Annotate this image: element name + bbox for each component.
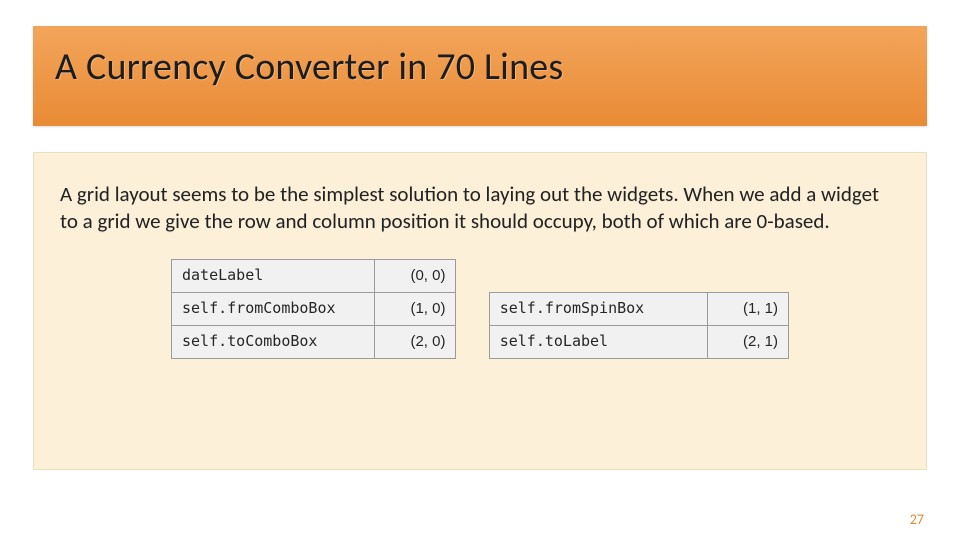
cell-widget-name: self.toComboBox: [172, 325, 375, 358]
page-number: 27: [910, 511, 924, 528]
table-row: self.toComboBox (2, 0) self.toLabel (2, …: [172, 325, 789, 358]
cell-empty: [707, 259, 788, 292]
cell-widget-name: self.fromSpinBox: [489, 292, 707, 325]
cell-widget-coord: (0, 0): [375, 259, 456, 292]
grid-table-wrap: dateLabel (0, 0) self.fromComboBox (1, 0…: [60, 259, 900, 359]
table-row: dateLabel (0, 0): [172, 259, 789, 292]
cell-gap: [456, 259, 489, 292]
body-text: A grid layout seems to be the simplest s…: [60, 181, 900, 235]
cell-gap: [456, 325, 489, 358]
cell-widget-name: dateLabel: [172, 259, 375, 292]
cell-widget-coord: (1, 1): [707, 292, 788, 325]
cell-widget-name: self.fromComboBox: [172, 292, 375, 325]
cell-widget-name: self.toLabel: [489, 325, 707, 358]
cell-widget-coord: (2, 1): [707, 325, 788, 358]
cell-widget-coord: (1, 0): [375, 292, 456, 325]
slide-title: A Currency Converter in 70 Lines: [55, 44, 905, 90]
body-panel: A grid layout seems to be the simplest s…: [33, 152, 927, 470]
grid-layout-table: dateLabel (0, 0) self.fromComboBox (1, 0…: [171, 259, 789, 359]
slide: A Currency Converter in 70 Lines A grid …: [0, 0, 960, 540]
title-bar: A Currency Converter in 70 Lines: [33, 26, 927, 126]
cell-gap: [456, 292, 489, 325]
table-row: self.fromComboBox (1, 0) self.fromSpinBo…: [172, 292, 789, 325]
cell-empty: [489, 259, 707, 292]
cell-widget-coord: (2, 0): [375, 325, 456, 358]
